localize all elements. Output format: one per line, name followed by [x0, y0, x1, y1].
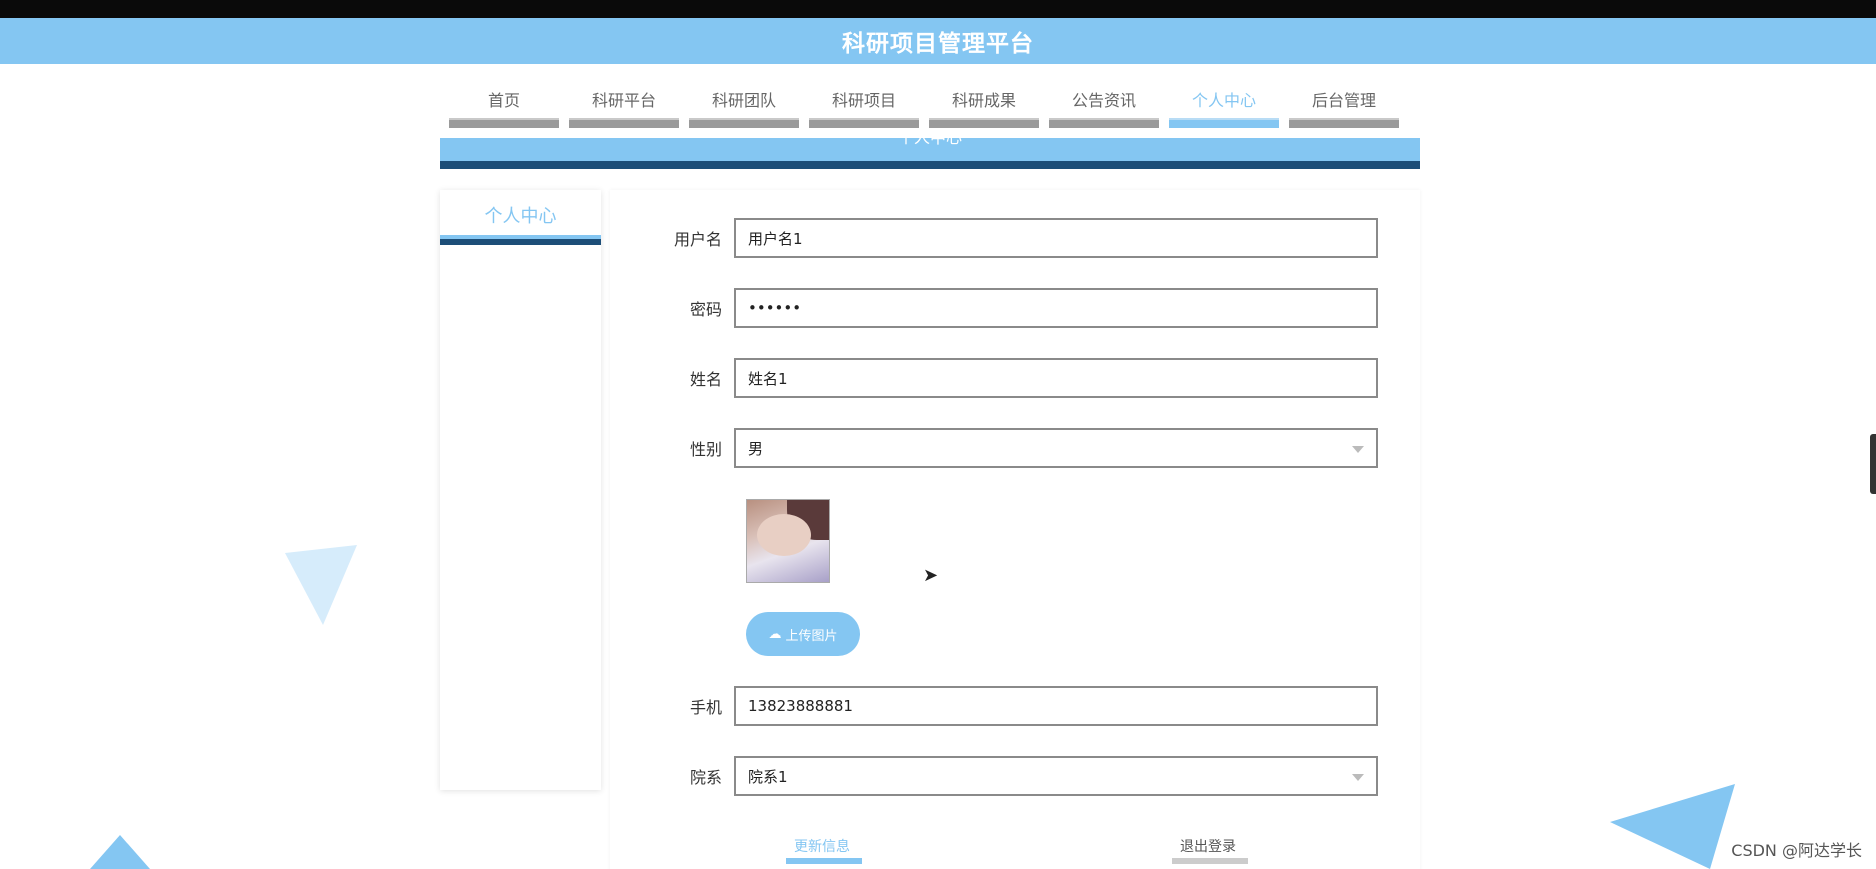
nav-item-project[interactable]: 科研项目: [809, 82, 919, 128]
profile-form: 用户名 用户名1 密码 •••••• 姓名 姓名1 性别 男 ☁ 上传图片 手机…: [610, 190, 1420, 869]
nav-item-achievement[interactable]: 科研成果: [929, 82, 1039, 128]
password-input[interactable]: ••••••: [734, 288, 1378, 328]
sidebar-item-personal-center[interactable]: 个人中心: [440, 190, 601, 245]
nav-item-label: 个人中心: [1191, 91, 1256, 110]
name-row: 姓名 姓名1: [610, 358, 1420, 398]
gender-row: 性别 男: [610, 428, 1420, 468]
nav-item-label: 科研团队: [711, 91, 776, 110]
nav-item-platform[interactable]: 科研平台: [569, 82, 679, 128]
nav-item-label: 后台管理: [1311, 91, 1376, 110]
username-label: 用户名: [673, 230, 722, 249]
department-value: 院系1: [748, 767, 788, 786]
logout-button[interactable]: 退出登录: [1172, 836, 1248, 864]
nav-item-personal-center[interactable]: 个人中心: [1169, 82, 1279, 128]
nav-item-label: 科研项目: [831, 91, 896, 110]
update-underline: [786, 858, 862, 864]
username-input[interactable]: 用户名1: [734, 218, 1378, 258]
sidebar-item-label: 个人中心: [484, 206, 557, 227]
nav-item-home[interactable]: 首页: [449, 82, 559, 128]
department-row: 院系 院系1: [610, 756, 1420, 796]
sidebar: 个人中心: [440, 190, 601, 790]
chevron-down-icon: [1352, 446, 1364, 453]
nav-item-bar: [1289, 118, 1399, 128]
site-header: 科研项目管理平台: [0, 18, 1876, 64]
gender-select[interactable]: 男: [734, 428, 1378, 468]
avatar-face: [757, 514, 811, 556]
nav-item-admin[interactable]: 后台管理: [1289, 82, 1399, 128]
phone-input[interactable]: 13823888881: [734, 686, 1378, 726]
decorative-triangle: [285, 545, 357, 625]
logout-label: 退出登录: [1180, 839, 1236, 855]
chevron-down-icon: [1352, 774, 1364, 781]
username-row: 用户名 用户名1: [610, 218, 1420, 258]
window-top-bar: [0, 0, 1876, 18]
logout-underline: [1172, 858, 1248, 864]
avatar-image: [746, 499, 830, 583]
phone-row: 手机 13823888881: [610, 686, 1420, 726]
name-input[interactable]: 姓名1: [734, 358, 1378, 398]
section-title: 个人中心: [898, 138, 962, 147]
nav-item-label: 科研平台: [591, 91, 656, 110]
update-info-label: 更新信息: [794, 839, 850, 855]
nav-item-bar: [689, 118, 799, 128]
update-info-button[interactable]: 更新信息: [786, 836, 862, 864]
gender-value: 男: [748, 439, 764, 458]
nav-item-label: 科研成果: [951, 91, 1016, 110]
upload-image-label: 上传图片: [785, 628, 838, 644]
password-row: 密码 ••••••: [610, 288, 1420, 328]
nav-item-bar: [809, 118, 919, 128]
name-label: 姓名: [689, 370, 722, 389]
nav-item-bar: [1049, 118, 1159, 128]
department-select[interactable]: 院系1: [734, 756, 1378, 796]
nav-item-label: 首页: [487, 91, 520, 110]
site-title: 科研项目管理平台: [842, 31, 1034, 57]
upload-image-button[interactable]: ☁ 上传图片: [746, 612, 860, 656]
nav-item-label: 公告资讯: [1071, 91, 1136, 110]
decorative-triangle: [1610, 784, 1735, 869]
nav-item-team[interactable]: 科研团队: [689, 82, 799, 128]
cloud-upload-icon: ☁: [768, 626, 782, 642]
decorative-triangle: [90, 835, 150, 869]
phone-label: 手机: [689, 698, 722, 717]
department-label: 院系: [689, 768, 722, 787]
watermark: CSDN @阿达学长: [1731, 841, 1862, 860]
sidebar-item-bar: [440, 235, 601, 245]
nav-item-bar: [1169, 118, 1279, 128]
nav-item-bar: [929, 118, 1039, 128]
password-label: 密码: [689, 300, 722, 319]
scrollbar-handle[interactable]: [1870, 434, 1876, 494]
nav-item-bar: [449, 118, 559, 128]
gender-label: 性别: [689, 440, 722, 459]
nav-item-news[interactable]: 公告资讯: [1049, 82, 1159, 128]
mouse-cursor-icon: ➤: [923, 565, 939, 586]
main-nav: 首页 科研平台 科研团队 科研项目 科研成果 公告资讯 个人中心 后台管理: [449, 82, 1409, 128]
section-title-band: 个人中心: [440, 138, 1420, 169]
nav-item-bar: [569, 118, 679, 128]
